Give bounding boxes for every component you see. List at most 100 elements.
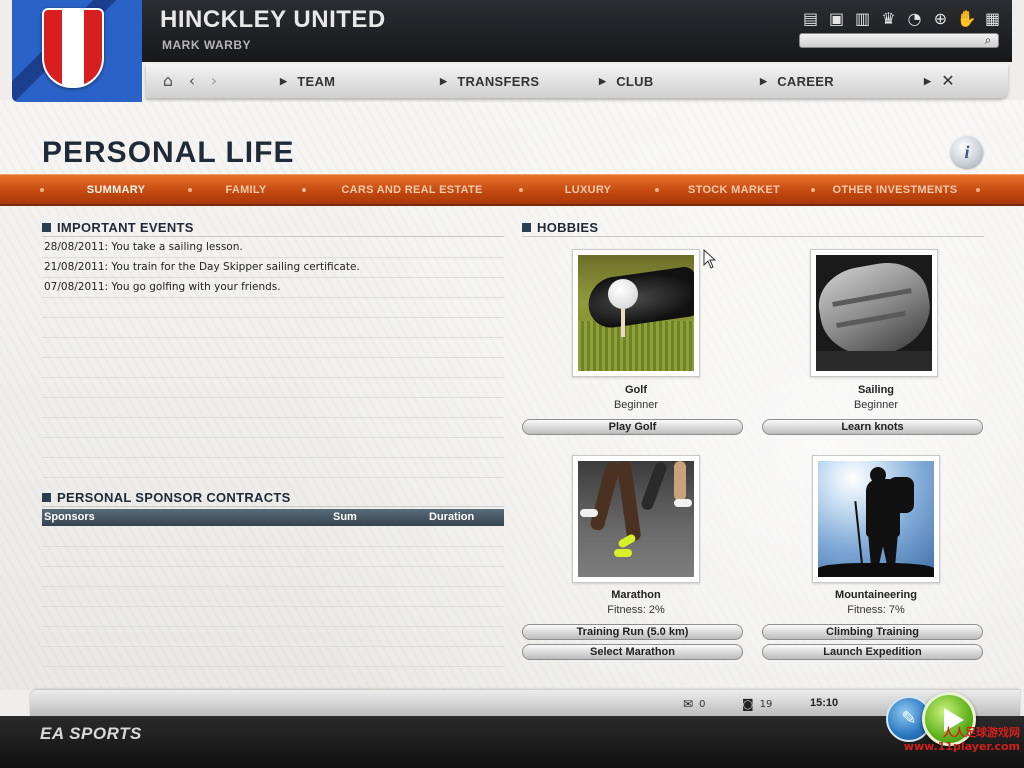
- nav-arrow-icon: ▶: [599, 75, 607, 86]
- event-row: 21/08/2011: You train for the Day Skippe…: [42, 258, 504, 278]
- club-crest[interactable]: [42, 8, 104, 88]
- section-divider: [42, 506, 504, 507]
- club-name: HINCKLEY UNITED: [160, 6, 386, 33]
- tv-icon[interactable]: ▣: [826, 8, 847, 28]
- ea-sports-logo: EA SPORTS: [40, 724, 142, 743]
- tab-stock-market[interactable]: STOCK MARKET: [676, 184, 792, 198]
- table-row-empty: [42, 627, 504, 647]
- marathon-image: [578, 461, 694, 577]
- tab-other-investments[interactable]: OTHER INVESTMENTS: [826, 184, 964, 198]
- hobby-name-mountaineering: Mountaineering: [835, 589, 917, 601]
- chat-bubble-icon: ◙: [742, 697, 754, 711]
- climbing-training-button[interactable]: Climbing Training: [762, 624, 983, 640]
- learn-knots-button[interactable]: Learn knots: [762, 419, 983, 435]
- hobby-level-mountaineering: Fitness: 7%: [847, 604, 905, 616]
- notifications-status[interactable]: ◙ 19: [742, 697, 772, 711]
- info-button[interactable]: i: [951, 136, 983, 168]
- tab-summary[interactable]: SUMMARY: [72, 184, 160, 198]
- handshake-icon[interactable]: ✋: [956, 8, 977, 28]
- messages-count: 0: [699, 698, 706, 710]
- stats-icon[interactable]: ▥: [852, 8, 873, 28]
- manager-name: MARK WARBY: [162, 38, 251, 52]
- event-row-empty: [42, 378, 504, 398]
- select-marathon-button[interactable]: Select Marathon: [522, 644, 743, 660]
- event-row-empty: [42, 418, 504, 438]
- section-divider: [522, 236, 984, 237]
- hobbies-heading: HOBBIES: [522, 220, 598, 235]
- loading-icon[interactable]: ◔: [904, 8, 925, 28]
- mountaineering-photo[interactable]: [812, 455, 940, 583]
- tab-cars-and-real-estate[interactable]: CARS AND REAL ESTATE: [330, 184, 494, 198]
- tab-separator-dot: [976, 188, 980, 192]
- column-sum[interactable]: Sum: [333, 511, 357, 523]
- tools-icon[interactable]: ✕: [938, 70, 958, 92]
- event-row-empty: [42, 438, 504, 458]
- section-marker-icon: [42, 222, 51, 232]
- search-box: ⌕: [799, 33, 999, 48]
- tab-separator-dot: [655, 188, 659, 192]
- header-icon-bar: ▤ ▣ ▥ ♛ ◔ ⊕ ✋ ▦: [800, 8, 1003, 28]
- nav-club[interactable]: ▶ CLUB: [599, 72, 654, 90]
- event-row: 07/08/2011: You go golfing with your fri…: [42, 278, 504, 298]
- back-icon[interactable]: ‹: [182, 70, 202, 92]
- tab-separator-dot: [811, 188, 815, 192]
- hobby-level-golf: Beginner: [613, 399, 659, 411]
- search-input[interactable]: [804, 34, 976, 47]
- game-clock: 15:10: [810, 697, 839, 709]
- sailing-photo[interactable]: [810, 249, 938, 377]
- hobby-name-sailing: Sailing: [857, 384, 895, 396]
- event-row-empty: [42, 398, 504, 418]
- mail-icon: ✉: [683, 697, 694, 711]
- event-row-empty: [42, 358, 504, 378]
- hobby-level-marathon: Fitness: 2%: [607, 604, 665, 616]
- marathon-photo[interactable]: [572, 455, 700, 583]
- search-icon[interactable]: ⌕: [980, 33, 996, 48]
- tabs-bar: SUMMARY FAMILY CARS AND REAL ESTATE LUXU…: [0, 174, 1024, 206]
- mountaineering-image: [818, 461, 934, 577]
- watermark: 人人足球游戏网 www.11player.com: [903, 726, 1020, 753]
- golf-image: [578, 255, 694, 371]
- sponsor-contracts-heading: PERSONAL SPONSOR CONTRACTS: [42, 490, 291, 505]
- tab-family[interactable]: FAMILY: [206, 184, 286, 198]
- mouse-cursor-icon: [703, 249, 717, 269]
- footer-bar: [0, 716, 1024, 768]
- golf-photo[interactable]: [572, 249, 700, 377]
- important-events-heading: IMPORTANT EVENTS: [42, 220, 194, 235]
- tab-luxury[interactable]: LUXURY: [548, 184, 628, 198]
- nav-arrow-icon: ▶: [440, 75, 448, 86]
- training-run-button[interactable]: Training Run (5.0 km): [522, 624, 743, 640]
- globe-icon[interactable]: ⊕: [930, 8, 951, 28]
- column-duration[interactable]: Duration: [429, 511, 474, 523]
- notifications-count: 19: [759, 698, 773, 710]
- nav-transfers[interactable]: ▶ TRANSFERS: [440, 72, 539, 90]
- table-row-empty: [42, 527, 504, 547]
- table-row-empty: [42, 587, 504, 607]
- launch-expedition-button[interactable]: Launch Expedition: [762, 644, 983, 660]
- tab-separator-dot: [40, 188, 44, 192]
- hobby-name-golf: Golf: [625, 384, 647, 396]
- nav-arrow-icon: ▶: [280, 75, 288, 86]
- tab-separator-dot: [519, 188, 523, 192]
- forward-icon[interactable]: ›: [204, 70, 224, 92]
- nav-team[interactable]: ▶ TEAM: [280, 72, 335, 90]
- home-icon[interactable]: ⌂: [158, 70, 178, 92]
- nav-career[interactable]: ▶ CAREER: [760, 72, 834, 90]
- document-icon[interactable]: ▦: [982, 8, 1003, 28]
- footer-status-bar: [30, 690, 1020, 716]
- sailing-image: [816, 255, 932, 371]
- main-nav-bar: ⌂ ‹ › ▶ TEAM ▶ TRANSFERS ▶ CLUB ▶ CAREER ▶ ✕: [146, 64, 1008, 98]
- event-row-empty: [42, 458, 504, 478]
- newspaper-icon[interactable]: ▤: [800, 8, 821, 28]
- trophy-icon[interactable]: ♛: [878, 8, 899, 28]
- tab-separator-dot: [302, 188, 306, 192]
- nav-arrow-icon: ▶: [924, 75, 932, 86]
- column-sponsors[interactable]: Sponsors: [44, 511, 95, 523]
- nav-arrow-icon: ▶: [760, 75, 768, 86]
- play-golf-button[interactable]: Play Golf: [522, 419, 743, 435]
- event-row-empty: [42, 318, 504, 338]
- table-row-empty: [42, 607, 504, 627]
- table-row-empty: [42, 547, 504, 567]
- table-row-empty: [42, 647, 504, 667]
- sponsors-table-header: Sponsors Sum Duration: [42, 509, 504, 526]
- messages-status[interactable]: ✉ 0: [683, 697, 705, 711]
